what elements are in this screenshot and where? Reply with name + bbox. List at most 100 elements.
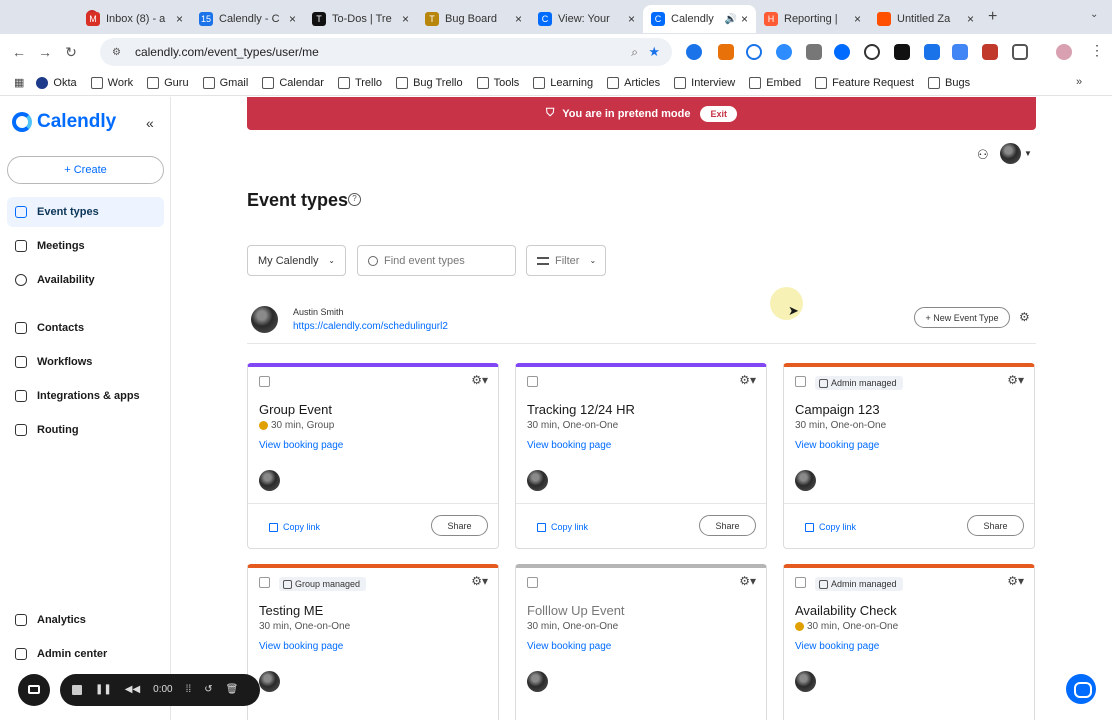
help-icon[interactable]: ? <box>348 193 361 206</box>
sidebar-item-admin-center[interactable]: Admin center <box>7 639 164 669</box>
browser-tab[interactable]: C View: Your × <box>530 5 643 33</box>
view-booking-page-link[interactable]: View booking page <box>795 641 879 652</box>
bookmark-item[interactable]: Embed <box>749 76 801 89</box>
extension-icon[interactable] <box>864 44 880 60</box>
copy-link-button[interactable]: Copy link <box>805 522 856 532</box>
close-tab-icon[interactable]: × <box>967 12 974 26</box>
event-type-card[interactable]: ⚙▾ Tracking 12/24 HR 30 min, One-on-One Vie… <box>515 363 767 549</box>
card-settings-gear-icon[interactable]: ⚙▾ <box>471 373 488 387</box>
grid-icon[interactable]: ⁞⁞ <box>186 684 192 695</box>
profile-avatar[interactable] <box>1056 44 1072 60</box>
select-checkbox[interactable] <box>795 376 806 387</box>
new-tab-icon[interactable]: + <box>988 8 997 26</box>
extension-icon[interactable] <box>686 44 702 60</box>
event-type-card[interactable]: ⚙▾ Folllow Up Event 30 min, One-on-One View… <box>515 564 767 720</box>
bookmark-item[interactable]: Interview <box>674 76 735 89</box>
event-type-card[interactable]: ⚙▾ Group Event 30 min, Group View booking p… <box>247 363 499 549</box>
browser-tab[interactable]: Untitled Za × <box>869 5 982 33</box>
copy-link-button[interactable]: Copy link <box>537 522 588 532</box>
calendly-logo[interactable]: Calendly <box>12 111 116 133</box>
camera-toggle-button[interactable] <box>18 673 50 706</box>
close-tab-icon[interactable]: × <box>402 12 409 26</box>
bookmark-star-icon[interactable]: ★ <box>648 44 660 60</box>
chat-support-icon[interactable] <box>1066 674 1096 704</box>
bookmark-item[interactable]: Bugs <box>928 76 970 89</box>
share-button[interactable]: Share <box>967 515 1024 536</box>
sidebar-item-availability[interactable]: Availability <box>7 265 164 295</box>
apps-grid-icon[interactable]: ▦ <box>14 76 24 89</box>
bookmark-item[interactable]: Work <box>90 76 133 89</box>
user-menu[interactable]: ▼ <box>1000 143 1032 164</box>
bookmark-item[interactable]: Calendar <box>262 76 324 89</box>
browser-tab[interactable]: T Bug Board × <box>417 5 530 33</box>
card-settings-gear-icon[interactable]: ⚙▾ <box>1007 373 1024 387</box>
back-icon[interactable]: ← <box>6 44 32 60</box>
extension-icon[interactable] <box>718 44 734 60</box>
select-checkbox[interactable] <box>259 577 270 588</box>
collapse-sidebar-icon[interactable]: « <box>146 115 154 131</box>
bookmark-item[interactable]: Gmail <box>202 76 248 89</box>
pause-icon[interactable]: ❚❚ <box>95 684 112 695</box>
select-checkbox[interactable] <box>527 376 538 387</box>
zoom-icon[interactable]: ⌕ <box>631 45 638 60</box>
card-settings-gear-icon[interactable]: ⚙▾ <box>471 574 488 588</box>
forward-icon[interactable]: → <box>32 44 58 60</box>
copy-link-button[interactable]: Copy link <box>269 522 320 532</box>
sidebar-item-event-types[interactable]: Event types <box>7 197 164 227</box>
calendly-scope-dropdown[interactable]: My Calendly ⌄ <box>247 245 346 276</box>
card-settings-gear-icon[interactable]: ⚙▾ <box>1007 574 1024 588</box>
select-checkbox[interactable] <box>527 577 538 588</box>
translate-icon[interactable] <box>952 44 968 60</box>
invite-user-icon[interactable]: ⚇ <box>977 147 989 163</box>
sidebar-item-routing[interactable]: Routing <box>7 415 164 445</box>
extension-icon[interactable] <box>924 44 940 60</box>
browser-tab[interactable]: M Inbox (8) - a × <box>78 5 191 33</box>
stop-icon[interactable] <box>72 684 82 695</box>
browser-menu-icon[interactable]: ⋮ <box>1090 42 1104 59</box>
close-tab-icon[interactable]: × <box>628 12 635 26</box>
close-tab-icon[interactable]: × <box>741 12 748 26</box>
event-type-card[interactable]: Group managed ⚙▾ Testing ME 30 min, One-on-… <box>247 564 499 720</box>
extensions-puzzle-icon[interactable] <box>1012 44 1028 60</box>
view-booking-page-link[interactable]: View booking page <box>795 440 879 451</box>
bookmark-item[interactable]: Okta <box>36 76 77 89</box>
browser-tab[interactable]: 15 Calendly - C × <box>191 5 304 33</box>
bookmark-item[interactable]: Articles <box>607 76 660 89</box>
zoom-extension-icon[interactable] <box>776 44 792 60</box>
close-tab-icon[interactable]: × <box>289 12 296 26</box>
search-input[interactable]: Find event types <box>357 245 516 276</box>
exit-pretend-button[interactable]: Exit <box>700 105 737 122</box>
bookmark-item[interactable]: Guru <box>147 76 189 89</box>
browser-tab[interactable]: H Reporting | × <box>756 5 869 33</box>
audio-playing-icon[interactable]: 🔊 <box>725 14 737 25</box>
bookmark-item[interactable]: Trello <box>337 76 382 89</box>
extension-icon[interactable] <box>982 44 998 60</box>
browser-tab[interactable]: T To-Dos | Tre × <box>304 5 417 33</box>
sidebar-item-workflows[interactable]: Workflows <box>7 347 164 377</box>
calendly-extension-icon[interactable] <box>834 44 850 60</box>
browser-tab[interactable]: C Calendly 🔊 × <box>643 5 756 33</box>
restart-icon[interactable]: ↺ <box>204 684 212 695</box>
delete-icon[interactable]: 🗑 <box>226 684 239 695</box>
scheduling-link[interactable]: https://calendly.com/schedulingurl2 <box>293 321 448 332</box>
extension-icon[interactable] <box>894 44 910 60</box>
share-button[interactable]: Share <box>699 515 756 536</box>
close-tab-icon[interactable]: × <box>176 12 183 26</box>
rewind-icon[interactable]: ◀◀ <box>125 684 140 695</box>
close-tab-icon[interactable]: × <box>515 12 522 26</box>
address-bar[interactable]: ⚙ calendly.com/event_types/user/me ⌕ ★ <box>100 38 672 66</box>
tab-search-icon[interactable]: ⌄ <box>1090 9 1098 20</box>
bookmark-item[interactable]: Feature Request <box>815 76 914 89</box>
view-booking-page-link[interactable]: View booking page <box>259 440 343 451</box>
extension-icon[interactable] <box>806 44 822 60</box>
view-booking-page-link[interactable]: View booking page <box>527 641 611 652</box>
event-type-card[interactable]: Admin managed ⚙▾ Campaign 123 30 min, One-o… <box>783 363 1035 549</box>
card-settings-gear-icon[interactable]: ⚙▾ <box>739 574 756 588</box>
filter-button[interactable]: Filter ⌄ <box>526 245 606 276</box>
bookmark-item[interactable]: Learning <box>533 76 593 89</box>
new-event-type-button[interactable]: + New Event Type <box>914 307 1010 328</box>
view-booking-page-link[interactable]: View booking page <box>259 641 343 652</box>
select-checkbox[interactable] <box>259 376 270 387</box>
bookmark-item[interactable]: Tools <box>476 76 519 89</box>
settings-gear-icon[interactable]: ⚙ <box>1019 310 1030 324</box>
